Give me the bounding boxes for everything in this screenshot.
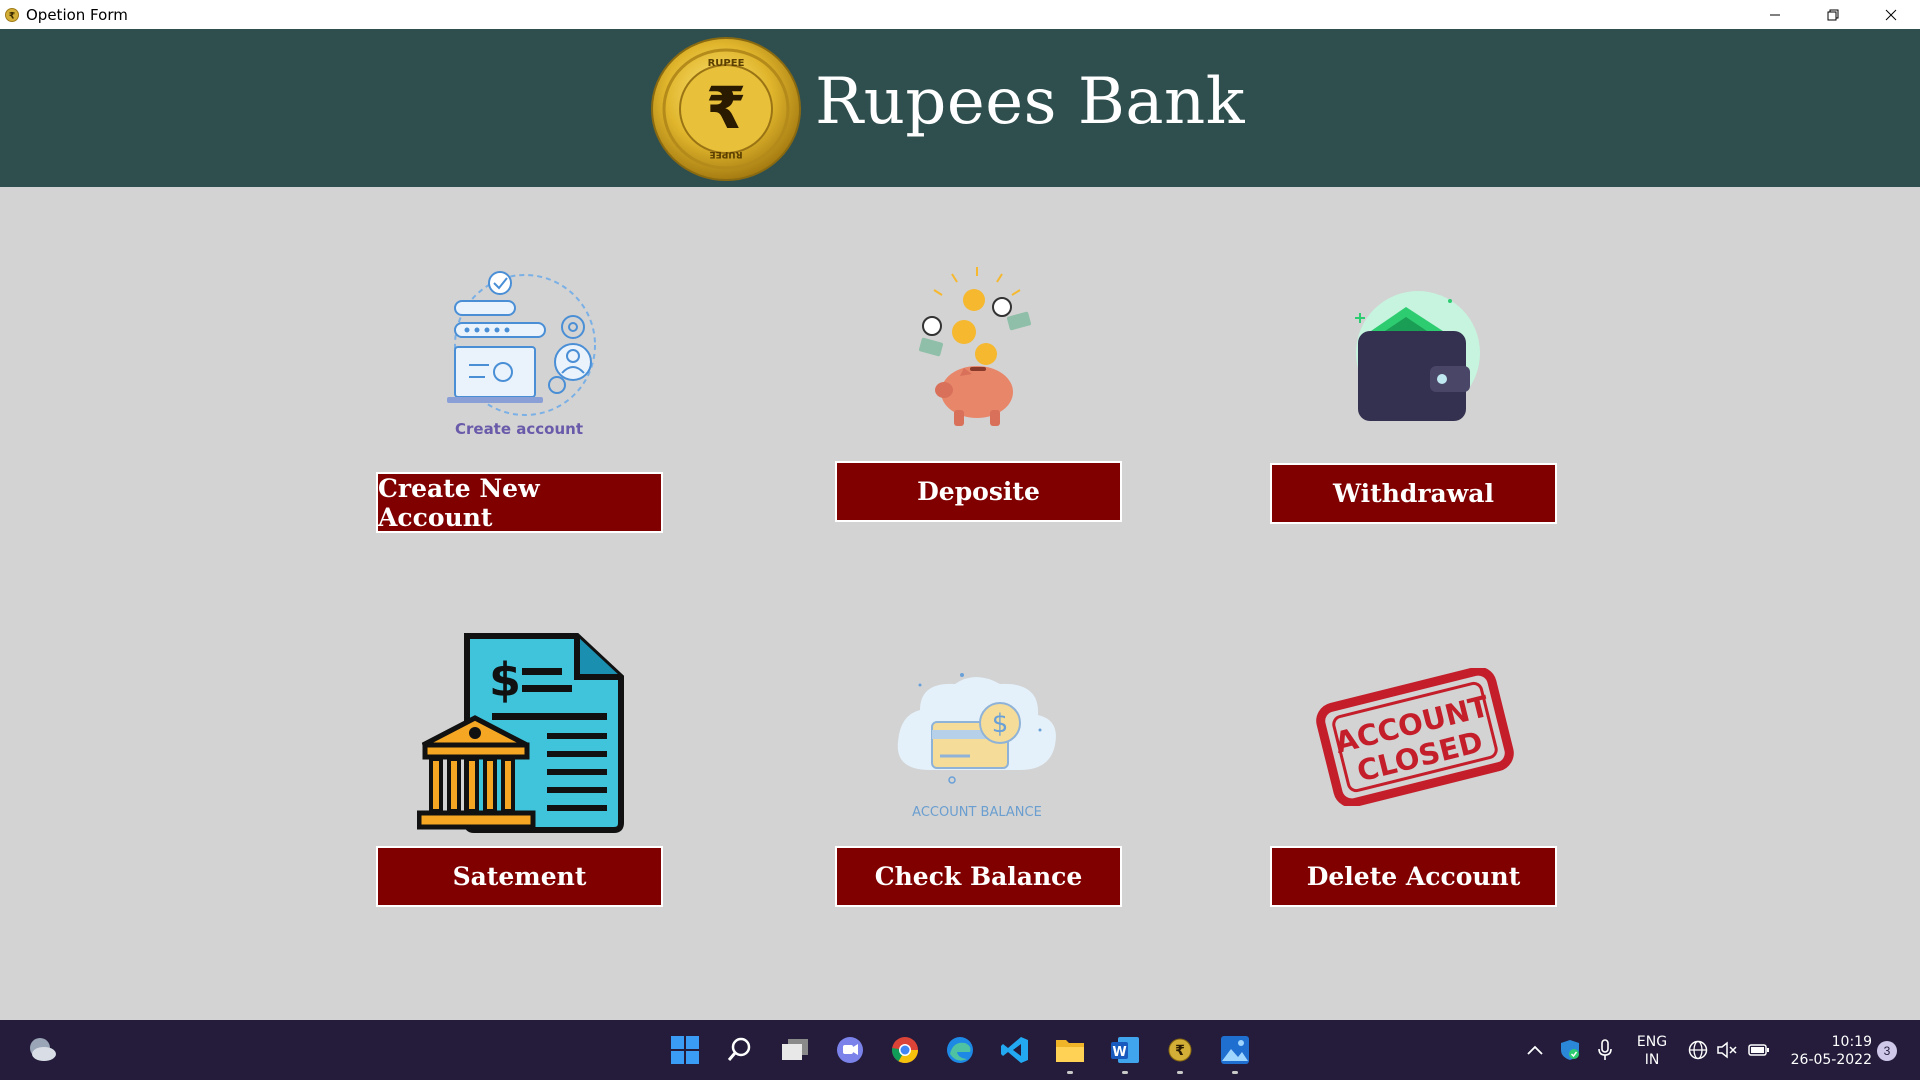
battery-icon xyxy=(1748,1044,1769,1056)
restore-button[interactable] xyxy=(1804,0,1862,29)
title-bar: ₹ Opetion Form xyxy=(0,0,1920,29)
task-view-icon xyxy=(782,1039,808,1060)
running-indicator xyxy=(1122,1071,1128,1074)
svg-text:$: $ xyxy=(489,653,521,707)
close-icon xyxy=(1885,9,1897,20)
edge-button[interactable] xyxy=(940,1030,980,1070)
piggy-bank-coins-illustration xyxy=(919,267,1031,426)
edge-icon xyxy=(947,1037,973,1063)
chat-icon xyxy=(837,1037,863,1063)
svg-text:ACCOUNT BALANCE: ACCOUNT BALANCE xyxy=(912,805,1042,820)
svg-text:₹: ₹ xyxy=(1175,1043,1185,1059)
battery-tray-button[interactable] xyxy=(1745,1030,1773,1070)
svg-text:₹: ₹ xyxy=(706,74,746,142)
task-view-button[interactable] xyxy=(775,1030,815,1070)
minimize-icon xyxy=(1770,14,1780,15)
account-closed-stamp: ACCOUNT CLOSED xyxy=(1316,668,1514,806)
running-indicator xyxy=(1067,1071,1073,1074)
bank-name-title: Rupees Bank xyxy=(815,65,1245,139)
create-account-illustration: Create account xyxy=(447,271,596,438)
check-balance-button[interactable]: Check Balance xyxy=(835,846,1122,907)
rupee-bank-app-button[interactable]: ₹ xyxy=(1160,1030,1200,1074)
wallet-illustration xyxy=(1355,291,1480,421)
volume-tray-button[interactable] xyxy=(1714,1030,1740,1070)
chevron-up-icon xyxy=(1527,1045,1543,1055)
weather-cloud-icon xyxy=(30,1038,56,1061)
teams-chat-button[interactable] xyxy=(830,1030,870,1070)
svg-text:RUPEE: RUPEE xyxy=(708,58,745,69)
rupee-app-icon: ₹ xyxy=(1168,1038,1192,1062)
clock[interactable]: 10:19 26-05-2022 xyxy=(1782,1033,1872,1069)
start-button[interactable] xyxy=(665,1030,705,1070)
file-explorer-icon xyxy=(1056,1040,1084,1062)
svg-text:$: $ xyxy=(992,709,1009,739)
taskbar-search-button[interactable] xyxy=(720,1030,760,1070)
search-icon xyxy=(727,1037,751,1061)
running-indicator xyxy=(1177,1071,1183,1074)
vscode-button[interactable] xyxy=(995,1030,1035,1070)
language-code: ENG xyxy=(1636,1034,1668,1050)
volume-muted-icon xyxy=(1717,1041,1737,1059)
header-banner: RUPEE ₹ RUPEE Rupees Bank xyxy=(0,29,1920,187)
svg-text:Create account: Create account xyxy=(455,420,583,438)
photos-button[interactable] xyxy=(1215,1030,1255,1074)
window-title: Opetion Form xyxy=(26,5,128,24)
word-button[interactable]: W xyxy=(1105,1030,1145,1074)
security-tray-button[interactable] xyxy=(1555,1030,1585,1070)
account-balance-illustration: $ ACCOUNT BALANCE xyxy=(897,673,1056,820)
close-button[interactable] xyxy=(1862,0,1920,29)
language-region: IN xyxy=(1644,1052,1660,1068)
taskbar: W ₹ ENG IN 10:19 26-05-2022 3 xyxy=(0,1020,1920,1080)
photos-icon xyxy=(1221,1036,1249,1064)
defender-shield-icon xyxy=(1561,1040,1579,1060)
rupee-app-icon: ₹ xyxy=(5,7,19,22)
globe-network-icon xyxy=(1688,1040,1708,1060)
language-indicator[interactable]: ENG IN xyxy=(1628,1033,1676,1069)
create-new-account-button[interactable]: Create New Account xyxy=(376,472,663,533)
bank-statement-illustration: $ xyxy=(417,633,624,833)
clock-time: 10:19 xyxy=(1831,1034,1872,1050)
microphone-icon xyxy=(1598,1039,1612,1060)
word-icon: W xyxy=(1111,1037,1139,1063)
show-hidden-icons-button[interactable] xyxy=(1520,1030,1550,1070)
svg-text:W: W xyxy=(1112,1045,1126,1060)
network-tray-button[interactable] xyxy=(1685,1030,1711,1070)
weather-widget[interactable] xyxy=(22,1030,62,1070)
chrome-icon xyxy=(891,1037,919,1064)
clock-date: 26-05-2022 xyxy=(1790,1052,1872,1068)
svg-text:RUPEE: RUPEE xyxy=(709,149,742,159)
statement-button[interactable]: Satement xyxy=(376,846,663,907)
file-explorer-button[interactable] xyxy=(1050,1030,1090,1074)
vscode-icon xyxy=(1001,1037,1028,1063)
svg-text:₹: ₹ xyxy=(9,11,15,21)
restore-icon xyxy=(1827,9,1839,20)
running-indicator xyxy=(1232,1071,1238,1074)
windows-start-icon xyxy=(671,1036,699,1064)
deposit-button[interactable]: Deposite xyxy=(835,461,1122,522)
rupee-coin-logo: RUPEE ₹ RUPEE xyxy=(651,37,801,181)
notification-count-badge[interactable]: 3 xyxy=(1877,1041,1897,1061)
minimize-button[interactable] xyxy=(1746,0,1804,29)
microphone-tray-button[interactable] xyxy=(1590,1030,1620,1070)
delete-account-button[interactable]: Delete Account xyxy=(1270,846,1557,907)
withdrawal-button[interactable]: Withdrawal xyxy=(1270,463,1557,524)
chrome-button[interactable] xyxy=(885,1030,925,1070)
